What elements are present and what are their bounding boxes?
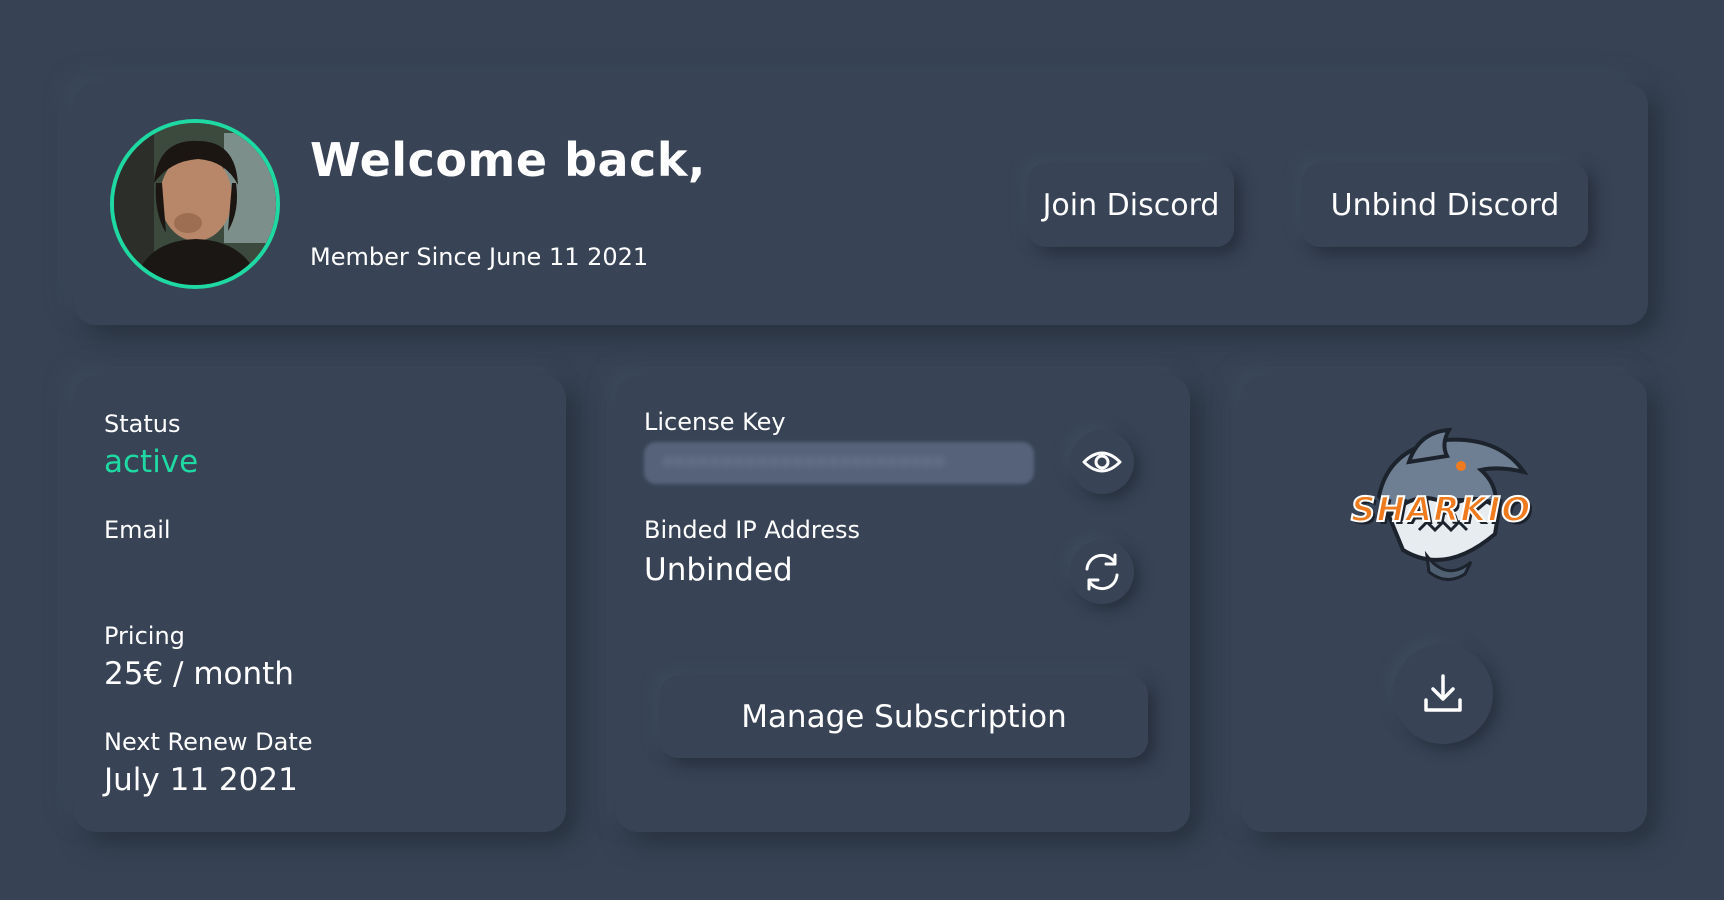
download-card: SHARKIO — [1241, 376, 1647, 832]
join-discord-button[interactable]: Join Discord — [1028, 163, 1234, 247]
license-card: License Key •••••••••••••••••••••••• Bin… — [616, 376, 1190, 832]
rebind-ip-button[interactable] — [1070, 540, 1134, 604]
profile-header-card: Welcome back, Member Since June 11 2021 … — [74, 83, 1648, 325]
status-label: Status — [104, 410, 181, 438]
download-button[interactable] — [1393, 644, 1493, 744]
unbind-discord-button[interactable]: Unbind Discord — [1302, 163, 1588, 247]
avatar-photo — [114, 123, 276, 285]
logo-text: SHARKIO — [1350, 489, 1532, 531]
license-key-hidden-value: •••••••••••••••••••••••• — [662, 450, 946, 474]
member-since-text: Member Since June 11 2021 — [310, 243, 649, 271]
pricing-label: Pricing — [104, 622, 185, 650]
manage-subscription-button[interactable]: Manage Subscription — [660, 676, 1148, 758]
eye-icon — [1082, 451, 1122, 473]
status-value: active — [104, 444, 199, 480]
sharkio-logo: SHARKIO — [1349, 426, 1539, 586]
renew-date-label: Next Renew Date — [104, 728, 313, 756]
welcome-heading: Welcome back, — [310, 133, 706, 187]
download-icon — [1424, 674, 1462, 712]
email-label: Email — [104, 516, 171, 544]
ip-address-value: Unbinded — [644, 552, 793, 588]
refresh-icon — [1085, 553, 1119, 591]
reveal-key-button[interactable] — [1070, 430, 1134, 494]
ip-address-label: Binded IP Address — [644, 516, 860, 544]
license-key-field[interactable]: •••••••••••••••••••••••• — [644, 442, 1034, 484]
license-key-label: License Key — [644, 408, 786, 436]
renew-date-value: July 11 2021 — [104, 762, 298, 798]
pricing-value: 25€ / month — [104, 656, 294, 692]
account-info-card: Status active Email Pricing 25€ / month … — [74, 376, 566, 832]
avatar — [110, 119, 280, 289]
